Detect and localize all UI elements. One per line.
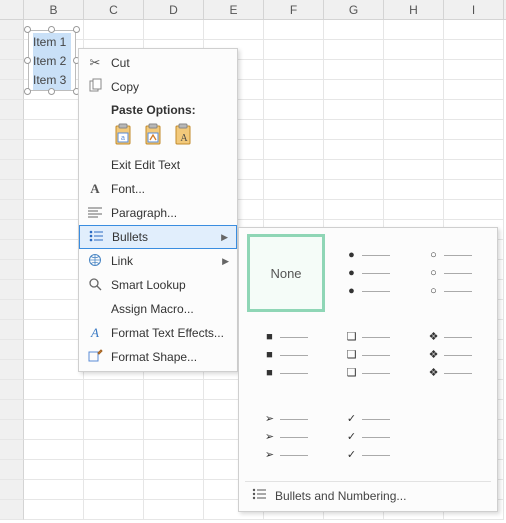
paste-merge-button[interactable] bbox=[141, 121, 165, 147]
column-header-row: B C D E F G H I bbox=[0, 0, 506, 20]
menu-label: Font... bbox=[111, 182, 145, 196]
menu-bullets[interactable]: Bullets ▶ bbox=[79, 225, 237, 249]
col-header[interactable]: F bbox=[264, 0, 324, 19]
paste-options-label: Paste Options: bbox=[79, 99, 237, 119]
col-header[interactable]: B bbox=[24, 0, 84, 19]
paste-keep-source-button[interactable]: a bbox=[111, 121, 135, 147]
svg-text:A: A bbox=[180, 133, 188, 144]
bullets-and-numbering[interactable]: Bullets and Numbering... bbox=[245, 481, 491, 505]
resize-handle[interactable] bbox=[48, 26, 55, 33]
textbox-line: Item 2 bbox=[33, 52, 71, 71]
search-icon bbox=[85, 277, 105, 294]
menu-format-shape[interactable]: Format Shape... bbox=[79, 345, 237, 369]
menu-label: Link bbox=[111, 254, 133, 268]
resize-handle[interactable] bbox=[48, 88, 55, 95]
scissors-icon: ✂ bbox=[85, 55, 105, 71]
menu-label: Format Shape... bbox=[111, 350, 197, 364]
bullet-diamond[interactable]: ❖ ❖ ❖ bbox=[411, 316, 489, 394]
menu-label: Bullets bbox=[112, 230, 148, 244]
paste-options-row: a A bbox=[79, 119, 237, 153]
col-header[interactable]: H bbox=[384, 0, 444, 19]
menu-label: Bullets and Numbering... bbox=[275, 489, 406, 503]
bullet-disc[interactable]: ● ● ● bbox=[329, 234, 407, 312]
bullet-none[interactable]: None bbox=[247, 234, 325, 312]
textbox-line: Item 1 bbox=[33, 33, 71, 52]
col-header[interactable]: E bbox=[204, 0, 264, 19]
bullet-arrow[interactable]: ➢ ➢ ➢ bbox=[247, 398, 325, 476]
col-header[interactable]: I bbox=[444, 0, 504, 19]
menu-label: Format Text Effects... bbox=[111, 326, 224, 340]
menu-font[interactable]: A Font... bbox=[79, 177, 237, 201]
resize-handle[interactable] bbox=[24, 88, 31, 95]
menu-assign-macro[interactable]: Assign Macro... bbox=[79, 297, 237, 321]
link-icon bbox=[85, 253, 105, 270]
copy-icon bbox=[85, 79, 105, 96]
menu-label: Assign Macro... bbox=[111, 302, 194, 316]
format-shape-icon bbox=[85, 349, 105, 366]
col-header[interactable]: G bbox=[324, 0, 384, 19]
menu-label: Copy bbox=[111, 80, 139, 94]
menu-label: Paragraph... bbox=[111, 206, 177, 220]
svg-text:a: a bbox=[121, 135, 125, 142]
menu-cut[interactable]: ✂ Cut bbox=[79, 51, 237, 75]
bullet-check[interactable]: ✓ ✓ ✓ bbox=[329, 398, 407, 476]
col-header[interactable]: D bbox=[144, 0, 204, 19]
context-menu: ✂ Cut Copy Paste Options: a A Exit Edit … bbox=[78, 48, 238, 372]
bullet-filled-square[interactable]: ■ ■ ■ bbox=[247, 316, 325, 394]
chevron-right-icon: ▶ bbox=[221, 232, 228, 243]
text-effects-icon: A bbox=[85, 325, 105, 341]
menu-paragraph[interactable]: Paragraph... bbox=[79, 201, 237, 225]
paste-text-only-button[interactable]: A bbox=[171, 121, 195, 147]
resize-handle[interactable] bbox=[73, 26, 80, 33]
bullet-hollow-square[interactable]: ❑ ❑ ❑ bbox=[329, 316, 407, 394]
paragraph-icon bbox=[85, 206, 105, 221]
bullet-gallery: None ● ● ● ○ ○ ○ ■ ■ ■ ❑ ❑ ❑ ❖ ❖ ❖ ➢ ➢ bbox=[238, 227, 498, 512]
col-header[interactable]: C bbox=[84, 0, 144, 19]
resize-handle[interactable] bbox=[24, 26, 31, 33]
menu-label: Smart Lookup bbox=[111, 278, 186, 292]
font-icon: A bbox=[85, 181, 105, 197]
chevron-right-icon: ▶ bbox=[222, 256, 229, 267]
menu-label: Exit Edit Text bbox=[111, 158, 180, 172]
textbox-shape[interactable]: Item 1 Item 2 Item 3 bbox=[28, 30, 76, 91]
bullet-circle[interactable]: ○ ○ ○ bbox=[411, 234, 489, 312]
menu-smart-lookup[interactable]: Smart Lookup bbox=[79, 273, 237, 297]
menu-format-text-effects[interactable]: A Format Text Effects... bbox=[79, 321, 237, 345]
menu-copy[interactable]: Copy bbox=[79, 75, 237, 99]
menu-exit-edit-text[interactable]: Exit Edit Text bbox=[79, 153, 237, 177]
menu-link[interactable]: Link ▶ bbox=[79, 249, 237, 273]
resize-handle[interactable] bbox=[24, 57, 31, 64]
bullets-icon bbox=[249, 488, 269, 503]
none-label: None bbox=[270, 266, 301, 281]
bullets-icon bbox=[86, 230, 106, 245]
menu-label: Cut bbox=[111, 56, 130, 70]
